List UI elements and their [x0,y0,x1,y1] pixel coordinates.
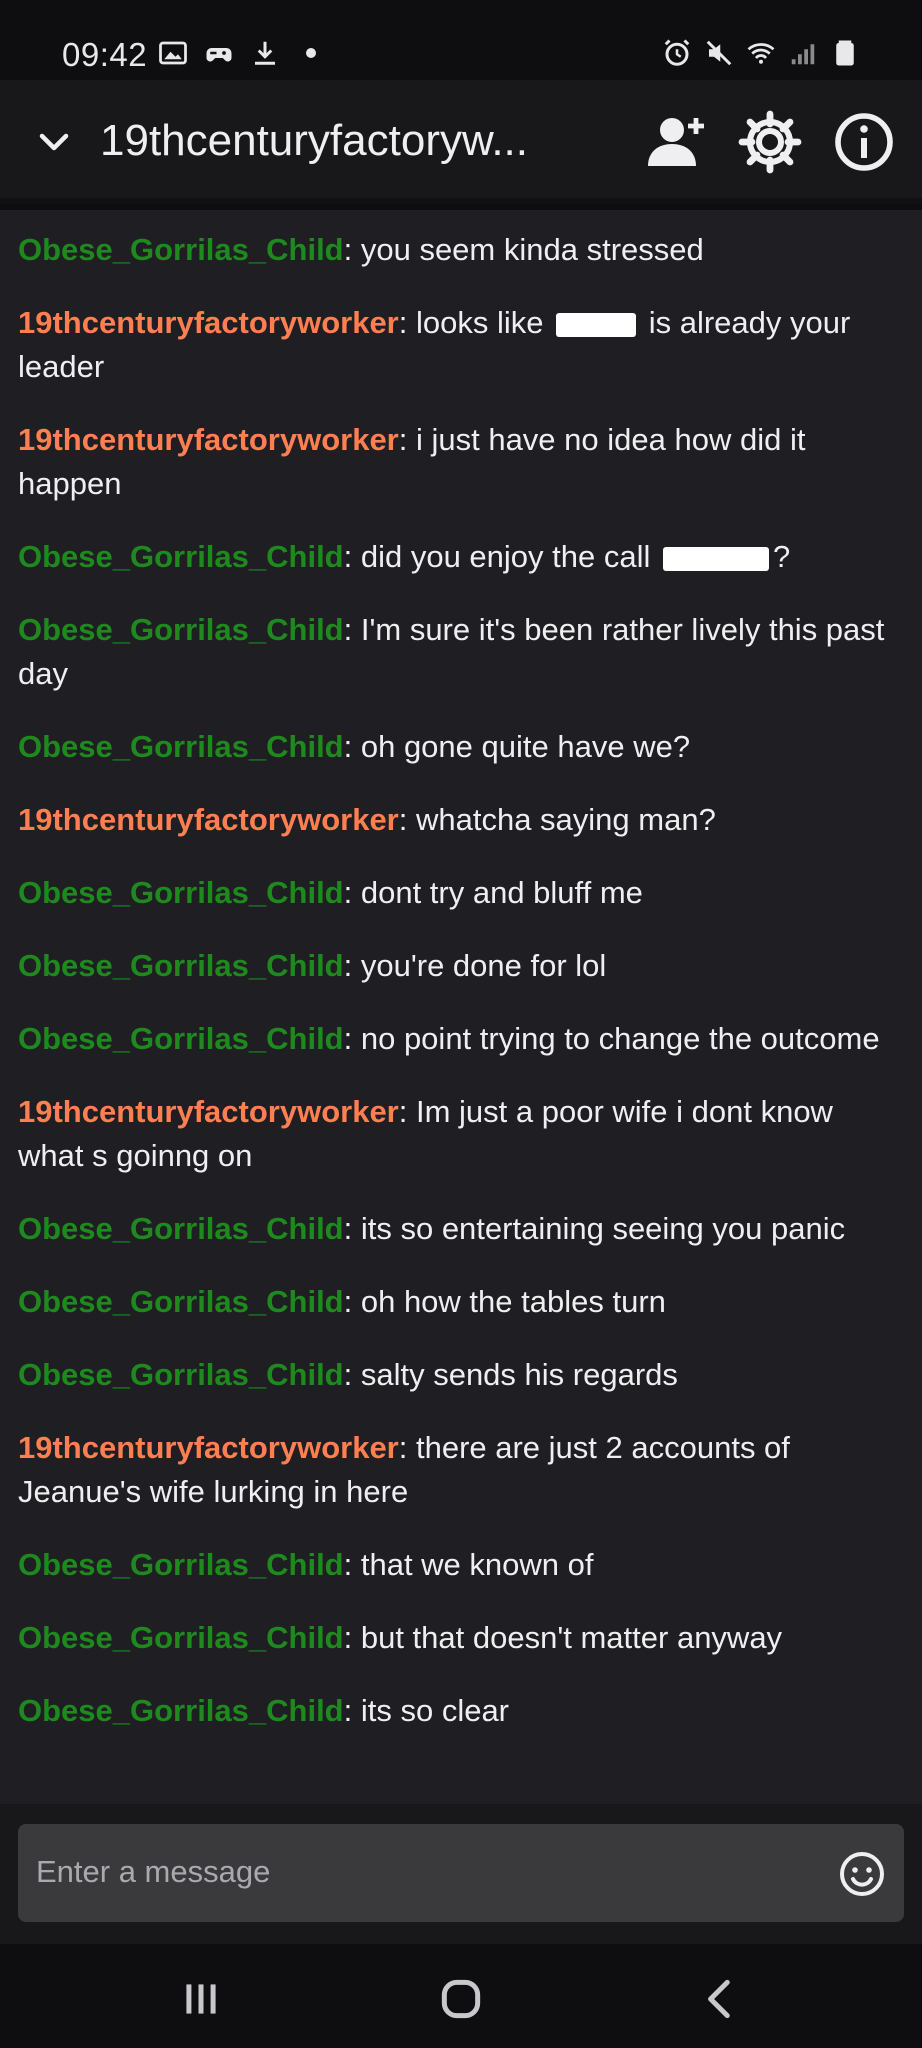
chat-message-list[interactable]: Obese_Gorrilas_Child: you seem kinda str… [0,210,922,1804]
status-time: 09:42 [62,36,148,73]
message-input-placeholder: Enter a message [36,1854,271,1889]
chat-message: Obese_Gorrilas_Child: dont try and bluff… [0,871,922,915]
chat-username[interactable]: Obese_Gorrilas_Child [18,1284,344,1319]
download-icon [255,41,275,65]
status-icons-left [158,38,326,68]
chat-message: Obese_Gorrilas_Child: but that doesn't m… [0,1616,922,1660]
chat-message: Obese_Gorrilas_Child: did you enjoy the … [0,535,922,579]
redacted-name [556,312,637,337]
chat-username[interactable]: Obese_Gorrilas_Child [18,539,344,574]
chat-username[interactable]: Obese_Gorrilas_Child [18,729,344,764]
status-bar: 09:42 [0,0,922,80]
chat-message-text: : looks like [398,305,553,340]
system-nav-bar [0,1944,922,2048]
chat-username[interactable]: Obese_Gorrilas_Child [18,1620,344,1655]
signal-icon [791,44,815,65]
chat-username[interactable]: Obese_Gorrilas_Child [18,1021,344,1056]
chat-username[interactable]: Obese_Gorrilas_Child [18,948,344,983]
chat-message: 19thcenturyfactoryworker: Im just a poor… [0,1090,922,1178]
chat-username[interactable]: Obese_Gorrilas_Child [18,612,344,647]
chat-username[interactable]: Obese_Gorrilas_Child [18,1357,344,1392]
home-icon[interactable] [436,1974,486,2024]
chat-username[interactable]: 19thcenturyfactoryworker [18,1094,399,1129]
message-input[interactable]: Enter a message [18,1824,904,1922]
image-icon [159,41,187,65]
chat-message: Obese_Gorrilas_Child: oh how the tables … [0,1280,922,1324]
game-controller-icon [206,48,232,62]
chat-header: 19thcenturyfactoryw... [0,80,922,204]
chat-username[interactable]: 19thcenturyfactoryworker [18,422,399,457]
wifi-icon [747,43,775,64]
chat-message: 19thcenturyfactoryworker: whatcha saying… [0,798,922,842]
chat-message: 19thcenturyfactoryworker: there are just… [0,1426,922,1514]
chat-username[interactable]: Obese_Gorrilas_Child [18,232,344,267]
back-icon[interactable] [696,1974,746,2024]
chat-message-text: : but that doesn't matter anyway [343,1620,783,1655]
channel-title: 19thcenturyfactoryw... [100,116,528,165]
message-composer: Enter a message [0,1804,922,1944]
chevron-down-icon[interactable] [36,124,72,160]
gear-icon[interactable] [738,110,802,174]
chat-username[interactable]: 19thcenturyfactoryworker [18,1430,399,1465]
chat-message: Obese_Gorrilas_Child: its so entertainin… [0,1207,922,1251]
emoji-icon[interactable] [838,1850,886,1898]
chat-username[interactable]: 19thcenturyfactoryworker [18,305,399,340]
chat-message: Obese_Gorrilas_Child: I'm sure it's been… [0,608,922,696]
chat-message-text: : no point trying to change the outcome [343,1021,880,1056]
chat-message-text: : oh gone quite have we? [343,729,691,764]
chat-message: 19thcenturyfactoryworker: looks like is … [0,301,922,389]
chat-message-text: : its so entertaining seeing you panic [343,1211,846,1246]
chat-message: Obese_Gorrilas_Child: salty sends his re… [0,1353,922,1397]
chat-username[interactable]: 19thcenturyfactoryworker [18,802,399,837]
dot-icon [306,48,316,58]
chat-message-text: : dont try and bluff me [343,875,643,910]
chat-username[interactable]: Obese_Gorrilas_Child [18,1693,344,1728]
chat-message: Obese_Gorrilas_Child: its so clear [0,1689,922,1733]
chat-message-text: : whatcha saying man? [398,802,716,837]
chat-username[interactable]: Obese_Gorrilas_Child [18,1547,344,1582]
chat-username[interactable]: Obese_Gorrilas_Child [18,875,344,910]
mute-icon [706,40,732,66]
recent-apps-icon[interactable] [176,1974,226,2024]
redacted-name [662,546,769,571]
add-user-icon[interactable] [644,110,708,174]
chat-message-text: ? [772,539,791,574]
info-icon[interactable] [832,110,896,174]
chat-message-text: : you're done for lol [343,948,607,983]
chat-message-text: : did you enjoy the call [343,539,659,574]
chat-message: Obese_Gorrilas_Child: that we known of [0,1543,922,1587]
battery-icon [836,40,854,66]
chat-message: Obese_Gorrilas_Child: you seem kinda str… [0,228,922,272]
status-icons-right [662,38,860,68]
chat-message-text: : that we known of [343,1547,594,1582]
alarm-icon [664,39,690,66]
chat-message-text: : oh how the tables turn [343,1284,666,1319]
chat-message: Obese_Gorrilas_Child: you're done for lo… [0,944,922,988]
chat-message: Obese_Gorrilas_Child: no point trying to… [0,1017,922,1061]
chat-message-text: : salty sends his regards [343,1357,678,1392]
chat-message-text: : you seem kinda stressed [343,232,704,267]
chat-message: 19thcenturyfactoryworker: i just have no… [0,418,922,506]
chat-message: Obese_Gorrilas_Child: oh gone quite have… [0,725,922,769]
chat-message-text: : its so clear [343,1693,510,1728]
chat-username[interactable]: Obese_Gorrilas_Child [18,1211,344,1246]
